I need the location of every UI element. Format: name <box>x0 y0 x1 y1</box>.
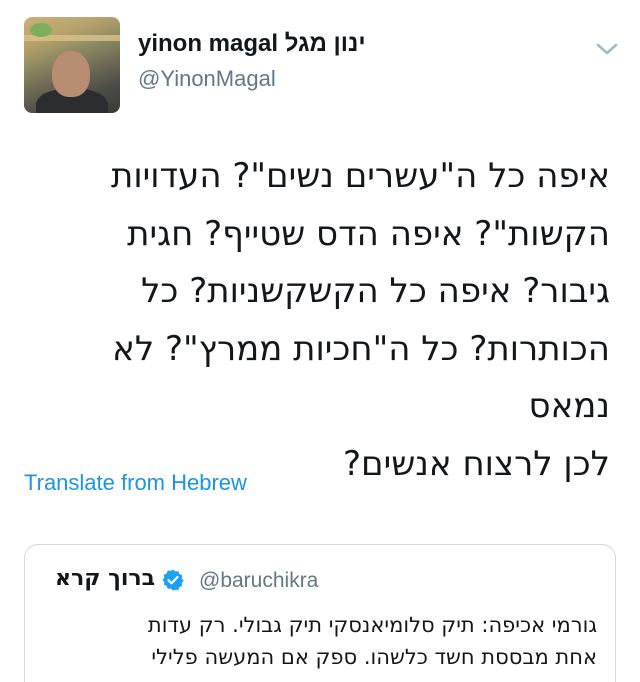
chevron-down-icon[interactable] <box>594 38 620 60</box>
translate-link[interactable]: Translate from Hebrew <box>24 470 247 496</box>
quoted-tweet[interactable]: ברוך קרא @baruchikra גורמי אכיפה: תיק סל… <box>24 544 616 682</box>
tweet-text: איפה כל ה"עשרים נשים"? העדויות הקשות"? א… <box>24 148 610 493</box>
tweet-line: גיבור? איפה כל הקשקשניות? כל <box>141 271 610 311</box>
quoted-tweet-text: גורמי אכיפה: תיק סלומיאנסקי תיק גבולי. ר… <box>45 609 597 673</box>
author-handle[interactable]: @YinonMagal <box>138 66 276 92</box>
avatar-head <box>52 51 90 97</box>
tweet-line: הקשות"? איפה הדס שטייף? חגית <box>127 213 610 254</box>
verified-badge-icon <box>161 568 185 592</box>
avatar[interactable] <box>24 17 120 113</box>
author-display-name[interactable]: yinon magal ינון מגל <box>138 30 366 58</box>
quoted-tweet-line: גורמי אכיפה: תיק סלומיאנסקי תיק גבולי. ר… <box>147 613 597 637</box>
tweet-line: איפה כל ה"עשרים נשים"? העדויות <box>111 156 610 196</box>
quoted-author-handle[interactable]: @baruchikra <box>199 569 318 593</box>
quoted-tweet-line: אחת מבססת חשד כלשהו. ספק אם המעשה פלילי <box>151 645 597 669</box>
avatar-plant <box>30 23 52 37</box>
tweet-line: הכותרות? כל ה"חכיות ממרץ"? לא נמאס <box>112 328 610 427</box>
quoted-author-name[interactable]: ברוך קרא <box>55 566 155 591</box>
